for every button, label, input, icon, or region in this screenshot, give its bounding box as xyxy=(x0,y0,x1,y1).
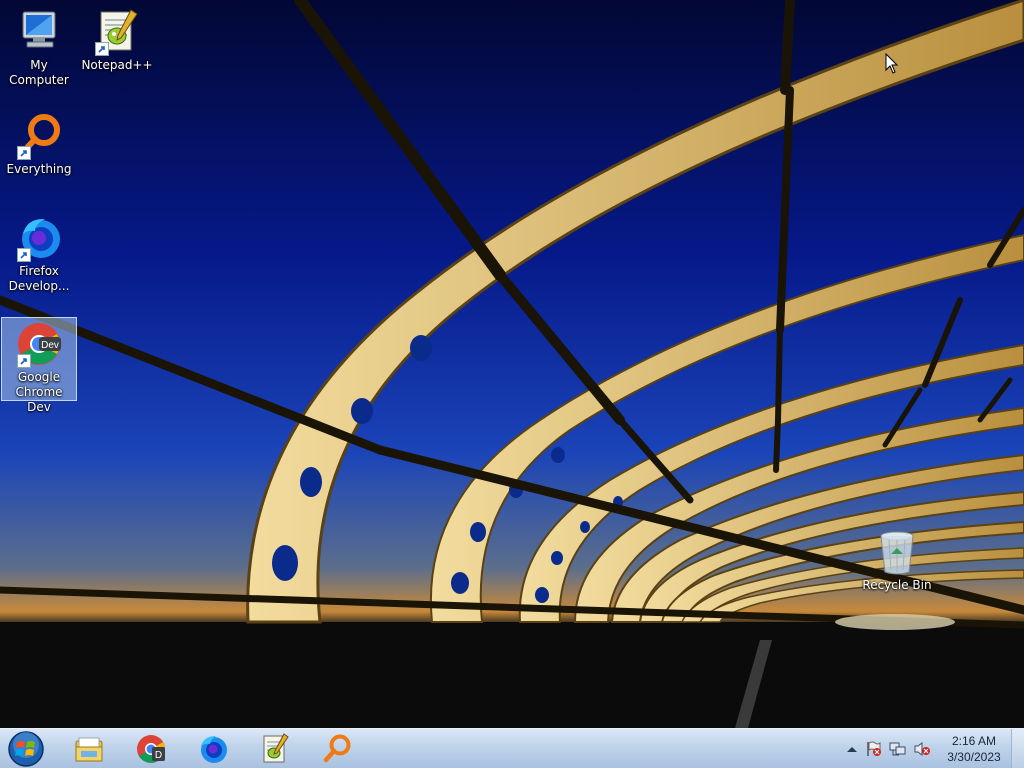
taskbar-everything[interactable] xyxy=(312,731,362,767)
desktop-icon-label: My Computer xyxy=(9,58,69,87)
desktop-icon-label: Recycle Bin xyxy=(862,578,932,592)
show-desktop-button[interactable] xyxy=(1011,729,1024,768)
notepad-plus-plus-icon xyxy=(93,8,141,56)
shortcut-arrow-icon xyxy=(17,248,31,262)
wallpaper-image xyxy=(0,0,1024,728)
svg-text:D: D xyxy=(155,750,162,761)
taskbar-firefox-developer[interactable] xyxy=(188,731,238,767)
notepad-plus-plus-icon xyxy=(263,733,289,763)
chrome-dev-icon: D xyxy=(137,735,165,763)
chrome-dev-icon: Dev xyxy=(15,320,63,368)
desktop[interactable]: My Computer Notepad++ Everything Firefox… xyxy=(0,0,1024,728)
shortcut-arrow-icon xyxy=(17,146,31,160)
taskbar: D 2:16 AM 3/30/2023 xyxy=(0,728,1024,768)
desktop-icon-label: Everything xyxy=(6,162,72,176)
shortcut-arrow-icon xyxy=(95,42,109,56)
recycle-bin-icon xyxy=(873,528,921,576)
desktop-icon-recycle-bin[interactable]: Recycle Bin xyxy=(858,528,936,593)
desktop-icon-label: Google Chrome Dev xyxy=(15,370,63,414)
desktop-icon-everything[interactable]: Everything xyxy=(1,112,77,177)
windows-start-orb-icon xyxy=(8,731,44,767)
desktop-icon-firefox-developer[interactable]: Firefox Develop... xyxy=(1,214,77,294)
shortcut-arrow-icon xyxy=(17,354,31,368)
firefox-developer-icon xyxy=(201,736,227,763)
desktop-icon-chrome-dev[interactable]: Dev Google Chrome Dev xyxy=(1,317,77,414)
start-button[interactable] xyxy=(6,730,46,768)
desktop-icon-notepad-plus-plus[interactable]: Notepad++ xyxy=(79,8,155,73)
network-icon[interactable] xyxy=(889,741,907,757)
volume-muted-icon[interactable] xyxy=(913,741,931,757)
folder-explorer-icon xyxy=(75,737,103,762)
everything-search-icon xyxy=(323,734,351,763)
system-clock[interactable]: 2:16 AM 3/30/2023 xyxy=(940,733,1008,765)
my-computer-icon xyxy=(15,8,63,56)
taskbar-chrome-dev[interactable]: D xyxy=(126,731,176,767)
mouse-cursor-icon xyxy=(885,52,899,75)
taskbar-windows-explorer[interactable] xyxy=(64,731,114,767)
desktop-icon-label: Firefox Develop... xyxy=(8,264,70,293)
desktop-icon-label: Notepad++ xyxy=(81,58,153,72)
taskbar-notepad-plus-plus[interactable] xyxy=(250,731,300,767)
action-center-flag-icon[interactable] xyxy=(865,741,883,757)
show-hidden-icons-arrow-icon[interactable] xyxy=(843,741,861,757)
svg-text:Dev: Dev xyxy=(41,340,59,351)
firefox-developer-icon xyxy=(15,214,63,262)
clock-date: 3/30/2023 xyxy=(947,750,1001,764)
clock-time: 2:16 AM xyxy=(951,734,997,748)
everything-search-icon xyxy=(15,112,63,160)
desktop-icon-my-computer[interactable]: My Computer xyxy=(1,8,77,88)
